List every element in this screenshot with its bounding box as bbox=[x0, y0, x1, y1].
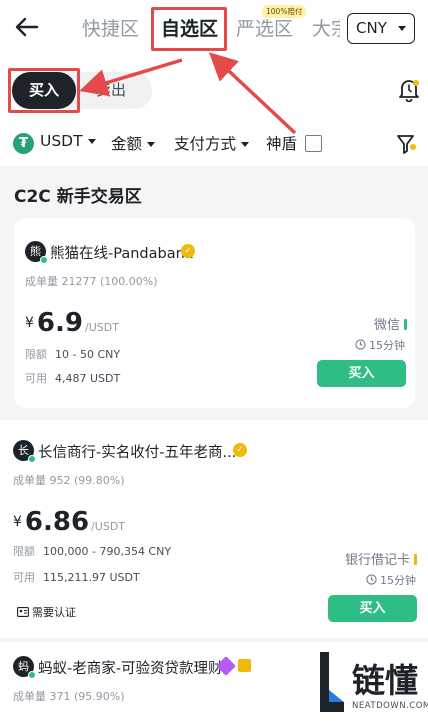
currency-symbol: ¥ bbox=[25, 315, 34, 331]
watermark-text: 链懂 bbox=[352, 661, 418, 700]
buy-button[interactable]: 买入 bbox=[328, 595, 417, 622]
avatar: 熊 bbox=[25, 241, 48, 264]
tab-strict-zone[interactable]: 严选区 bbox=[236, 14, 293, 41]
order-stat: 成单量 21277 (100.00%) bbox=[25, 273, 158, 289]
tether-icon: ₮ bbox=[13, 133, 34, 154]
id-card-icon bbox=[17, 607, 29, 617]
verification-required-tag: 需要认证 bbox=[17, 604, 76, 620]
avatar-char: 长 bbox=[18, 444, 29, 457]
caret-down-icon bbox=[87, 139, 96, 144]
avatar-char: 蚂 bbox=[18, 660, 29, 673]
stat-label: 成单量 bbox=[13, 474, 46, 487]
stat-value: 371 (95.90%) bbox=[49, 690, 125, 703]
verified-merchant-icon: ✓ bbox=[181, 244, 195, 258]
funnel-icon[interactable] bbox=[396, 132, 418, 156]
coin-filter-label: USDT bbox=[40, 132, 83, 150]
price: ¥6.9/USDT bbox=[25, 308, 119, 338]
clock-icon bbox=[355, 339, 366, 350]
limit-value: 10 - 50 CNY bbox=[55, 348, 121, 361]
payment-filter[interactable]: 支付方式 bbox=[174, 132, 250, 154]
watermark-subtext: NEATDOWN.COM bbox=[352, 701, 428, 711]
limit: 限额 100,000 - 790,354 CNY bbox=[13, 543, 171, 559]
order-stat: 成单量 371 (95.90%) bbox=[13, 688, 125, 704]
price: ¥6.86/USDT bbox=[13, 507, 125, 537]
available-label: 可用 bbox=[13, 571, 35, 584]
payment-method-label: 微信 bbox=[374, 318, 401, 333]
compensation-badge: 100%赔付 bbox=[262, 5, 307, 18]
merchant-name[interactable]: 蚂蚁-老商家-可验资贷款理财 bbox=[38, 657, 222, 678]
section-title: C2C 新手交易区 bbox=[14, 187, 142, 207]
verified-merchant-icon: ✓ bbox=[233, 443, 247, 457]
clock-icon bbox=[366, 574, 377, 585]
online-dot bbox=[28, 455, 36, 463]
currency-value: CNY bbox=[356, 19, 387, 37]
payment-method: 银行借记卡 bbox=[345, 549, 418, 568]
caret-down-icon bbox=[241, 142, 250, 147]
available-value: 4,487 USDT bbox=[55, 372, 121, 385]
verify-tag-text: 需要认证 bbox=[32, 606, 76, 619]
available-label: 可用 bbox=[25, 372, 47, 385]
online-dot bbox=[40, 256, 48, 264]
tab-quick-zone[interactable]: 快捷区 bbox=[82, 14, 139, 41]
stat-value: 21277 (100.00%) bbox=[61, 275, 158, 288]
limit: 限额 10 - 50 CNY bbox=[25, 346, 120, 362]
payment-color-bar bbox=[414, 554, 418, 565]
merchant-name[interactable]: 熊猫在线-Pandabank bbox=[50, 242, 193, 263]
caret-down-icon bbox=[147, 142, 156, 147]
currency-symbol: ¥ bbox=[13, 514, 22, 530]
buy-button[interactable]: 买入 bbox=[317, 360, 406, 387]
payment-method-label: 银行借记卡 bbox=[345, 553, 411, 568]
top-nav: 快捷区 自选区 严选区 100%赔付 大宗 CNY bbox=[0, 0, 428, 58]
payment-method: 微信 bbox=[374, 314, 408, 333]
limit-label: 限额 bbox=[13, 545, 35, 558]
sell-toggle-button[interactable]: 卖出 bbox=[96, 72, 140, 109]
amount-filter-label: 金额 bbox=[111, 135, 143, 153]
merchant-name[interactable]: 长信商行-实名收付-五年老商... bbox=[38, 441, 236, 462]
avatar: 蚂 bbox=[13, 656, 36, 679]
bell-icon[interactable] bbox=[398, 78, 420, 102]
available: 可用 115,211.97 USDT bbox=[13, 569, 140, 585]
time-value: 15分钟 bbox=[380, 574, 416, 587]
limit-label: 限额 bbox=[25, 348, 47, 361]
chevron-down-icon bbox=[398, 26, 406, 31]
online-dot bbox=[28, 671, 36, 679]
tab-annotation-box bbox=[151, 7, 227, 51]
price-value: 6.9 bbox=[36, 308, 83, 338]
merchant-level-icon bbox=[238, 659, 251, 672]
avatar: 长 bbox=[13, 440, 36, 463]
limit-value: 100,000 - 790,354 CNY bbox=[43, 545, 172, 558]
amount-filter[interactable]: 金额 bbox=[111, 132, 156, 154]
tab-bulk-zone[interactable]: 大宗 bbox=[312, 14, 340, 41]
price-value: 6.86 bbox=[24, 507, 90, 537]
payment-time: 15分钟 bbox=[366, 572, 416, 588]
order-stat: 成单量 952 (99.80%) bbox=[13, 472, 125, 488]
available-value: 115,211.97 USDT bbox=[43, 571, 140, 584]
coin-filter[interactable]: USDT bbox=[40, 132, 96, 150]
back-arrow-icon[interactable] bbox=[14, 14, 40, 40]
shield-filter-label: 神盾 bbox=[266, 135, 298, 153]
payment-filter-label: 支付方式 bbox=[174, 135, 237, 153]
filter-bar: ₮ USDT 金额 支付方式 神盾 bbox=[0, 126, 428, 162]
watermark-logo-icon bbox=[320, 652, 344, 712]
buy-annotation-box bbox=[8, 68, 80, 113]
site-watermark: 链懂 NEATDOWN.COM bbox=[318, 650, 428, 721]
payment-time: 15分钟 bbox=[355, 337, 405, 353]
stat-label: 成单量 bbox=[25, 275, 58, 288]
available: 可用 4,487 USDT bbox=[25, 370, 120, 386]
price-unit: /USDT bbox=[91, 520, 126, 533]
payment-color-bar bbox=[404, 319, 408, 330]
avatar-char: 熊 bbox=[30, 245, 41, 258]
stat-label: 成单量 bbox=[13, 690, 46, 703]
shield-checkbox[interactable] bbox=[305, 135, 322, 152]
currency-select[interactable]: CNY bbox=[347, 13, 415, 44]
time-value: 15分钟 bbox=[369, 339, 405, 352]
stat-value: 952 (99.80%) bbox=[49, 474, 125, 487]
price-unit: /USDT bbox=[84, 321, 119, 334]
